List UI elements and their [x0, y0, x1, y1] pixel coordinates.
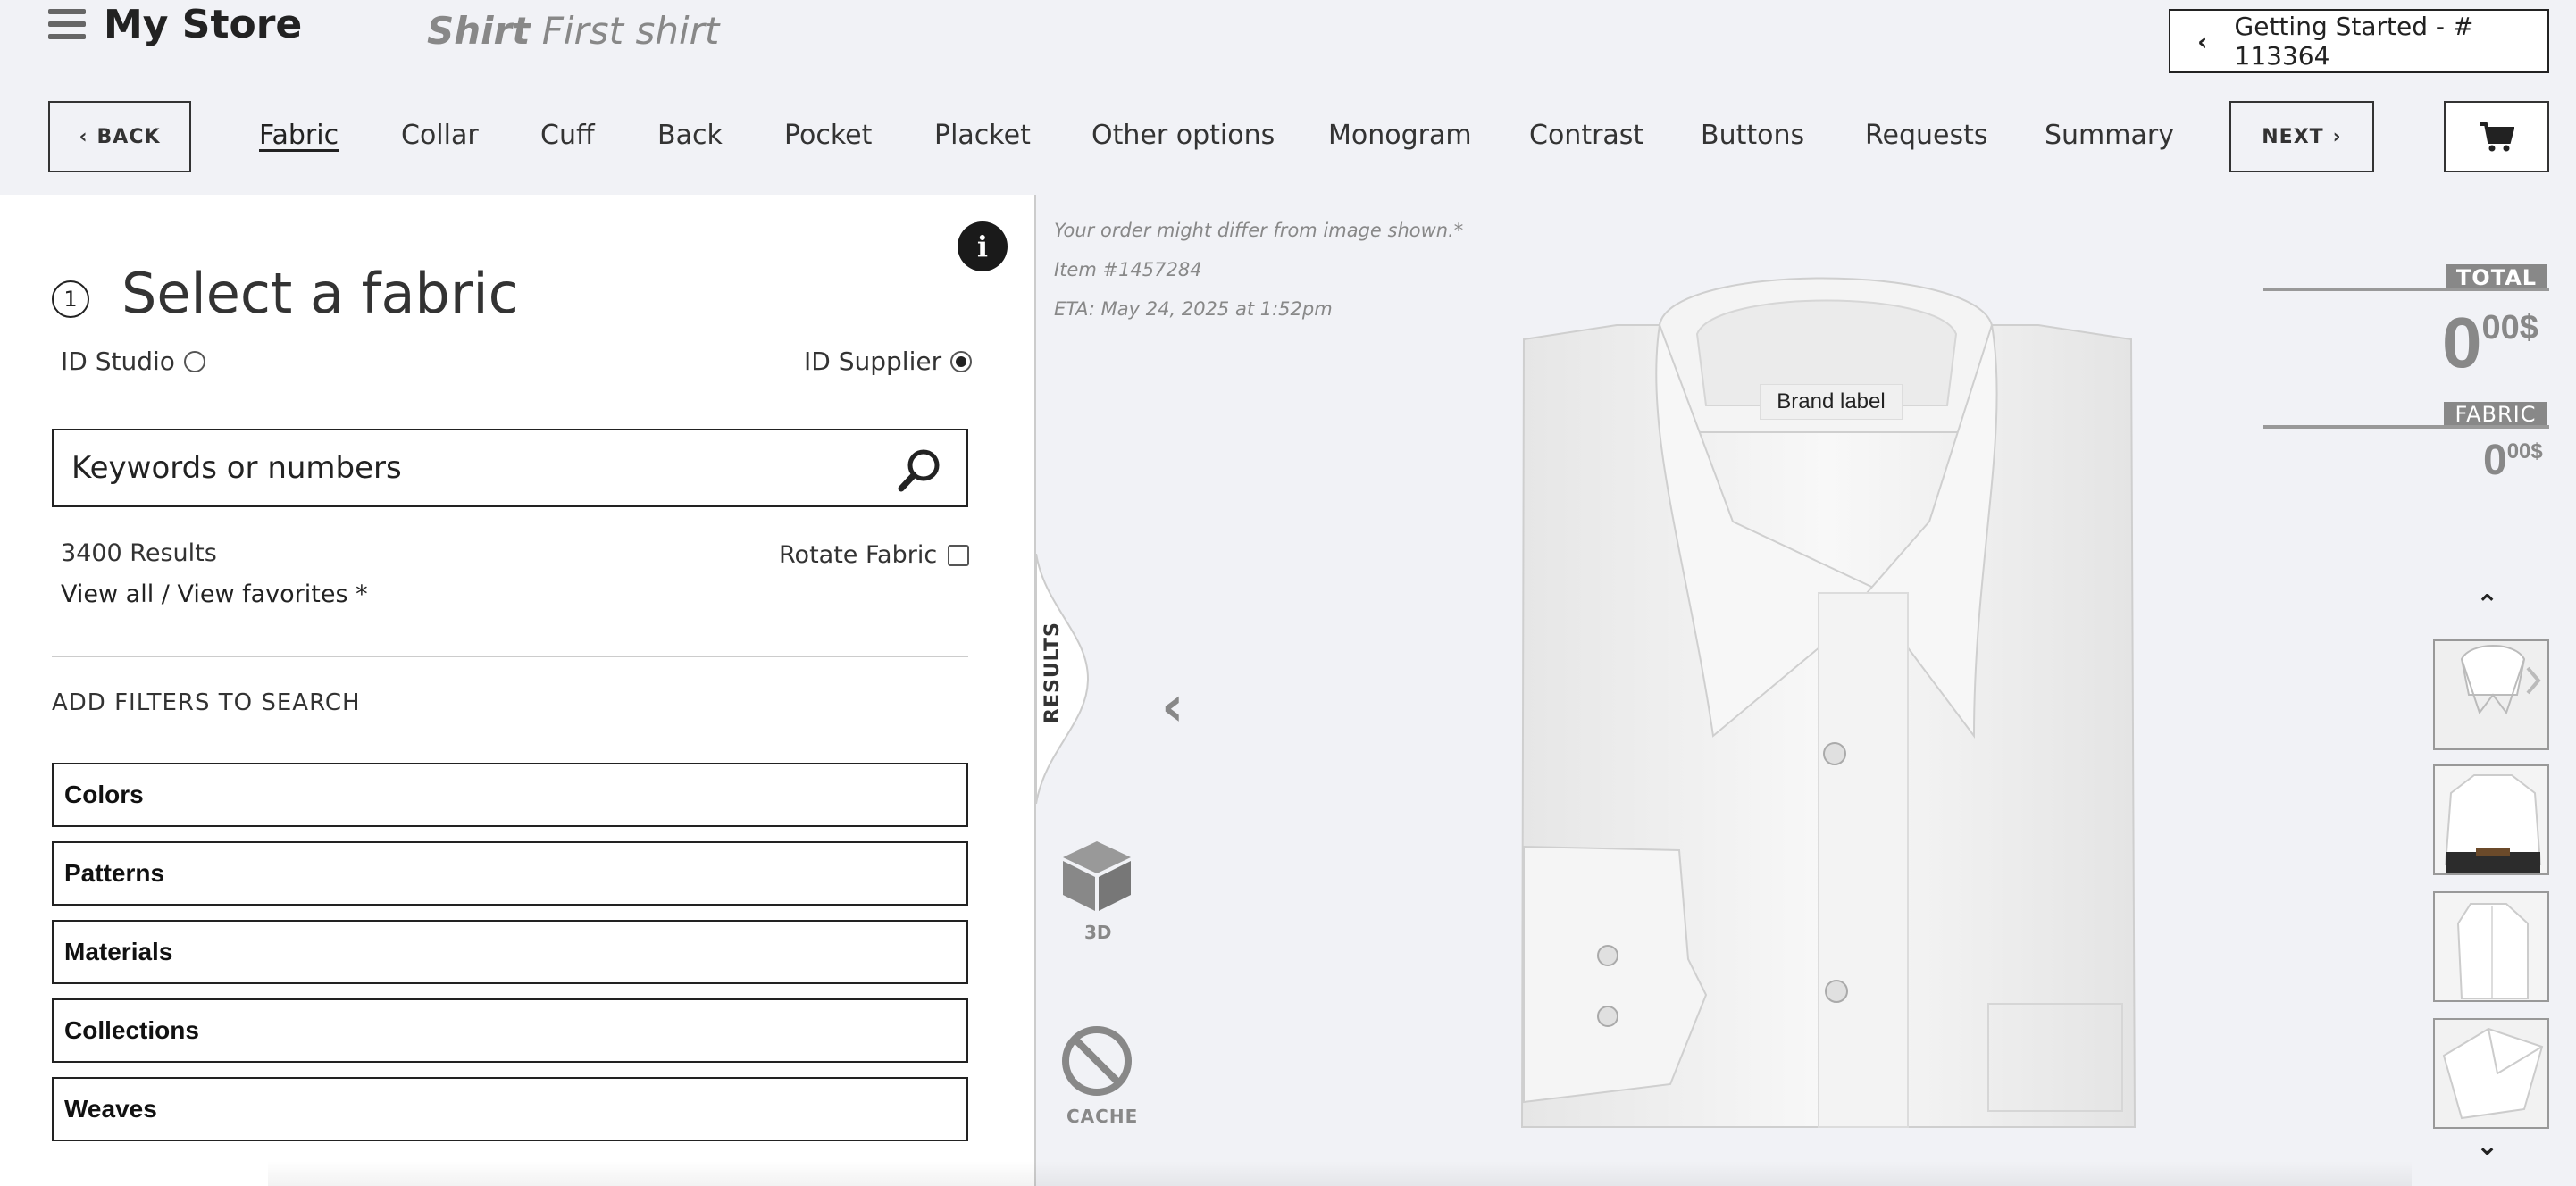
- tab-fabric[interactable]: Fabric: [259, 120, 339, 151]
- next-button[interactable]: NEXT ›: [2229, 101, 2374, 172]
- getting-started-button[interactable]: ‹ Getting Started - # 113364: [2169, 9, 2549, 73]
- search-box: [52, 429, 968, 507]
- divider: [52, 656, 968, 657]
- eta: ETA: May 24, 2025 at 1:52pm: [1054, 298, 1333, 320]
- radio-circle-checked[interactable]: [950, 350, 973, 372]
- model-front-thumb-icon: [2435, 766, 2547, 873]
- thumbnail-folded-shirt[interactable]: [2433, 639, 2549, 750]
- tab-back[interactable]: Back: [657, 120, 723, 151]
- radio-id-studio[interactable]: ID Studio: [61, 347, 205, 376]
- view-all-favorites-link[interactable]: View all / View favorites *: [61, 580, 368, 608]
- filter-collections[interactable]: Collections: [52, 998, 968, 1063]
- tab-pocket[interactable]: Pocket: [784, 120, 872, 151]
- search-icon[interactable]: [897, 447, 943, 493]
- filter-colors[interactable]: Colors: [52, 763, 968, 827]
- chevron-left-icon[interactable]: ‹: [1161, 673, 1184, 739]
- search-input[interactable]: [71, 450, 875, 486]
- rotate-fabric-toggle[interactable]: Rotate Fabric: [779, 541, 970, 569]
- panel-title: Select a fabric: [121, 261, 519, 326]
- thumbnail-model-side[interactable]: [2433, 891, 2549, 1002]
- info-icon[interactable]: i: [958, 221, 1008, 271]
- chevron-up-icon[interactable]: ⌃: [2476, 589, 2498, 621]
- store-name: My Store: [104, 2, 303, 47]
- tab-contrast[interactable]: Contrast: [1529, 120, 1643, 151]
- chevron-left-icon: ‹: [2197, 26, 2208, 56]
- filter-materials[interactable]: Materials: [52, 920, 968, 984]
- fabric-price: 000$: [2483, 437, 2543, 484]
- step-number: 1: [52, 280, 89, 318]
- fabric-line: [2263, 425, 2549, 429]
- thumbnail-collar-closeup[interactable]: [2433, 1018, 2549, 1129]
- filter-weaves[interactable]: Weaves: [52, 1077, 968, 1141]
- tab-collar[interactable]: Collar: [401, 120, 479, 151]
- tab-summary[interactable]: Summary: [2045, 120, 2174, 151]
- radio-id-supplier[interactable]: ID Supplier: [804, 347, 973, 376]
- hamburger-menu-icon[interactable]: [48, 9, 86, 43]
- total-price: 000$: [2442, 303, 2538, 382]
- tab-requests[interactable]: Requests: [1865, 120, 1988, 151]
- fabric-badge: FABRIC: [2444, 402, 2547, 427]
- tab-placket[interactable]: Placket: [934, 120, 1031, 151]
- bottom-shadow: [268, 1161, 2412, 1186]
- order-disclaimer: Your order might differ from image shown…: [1054, 220, 1464, 241]
- back-button[interactable]: ‹ BACK: [48, 101, 191, 172]
- tab-monogram[interactable]: Monogram: [1328, 120, 1472, 151]
- brand-label-tag: Brand label: [1760, 384, 1903, 420]
- radio-circle[interactable]: [183, 350, 205, 372]
- thumbnail-model-front[interactable]: [2433, 764, 2549, 875]
- chevron-down-icon[interactable]: ⌄: [2476, 1131, 2498, 1162]
- chevron-left-icon: ‹: [79, 125, 88, 148]
- getting-started-label: Getting Started - # 113364: [2234, 12, 2474, 71]
- cache-label: CACHE: [1066, 1106, 1139, 1127]
- tab-buttons[interactable]: Buttons: [1701, 120, 1804, 151]
- results-tab-label[interactable]: RESULTS: [1041, 622, 1064, 723]
- filter-patterns[interactable]: Patterns: [52, 841, 968, 906]
- 3d-cube-icon[interactable]: [1058, 836, 1136, 915]
- cart-icon: [2480, 122, 2514, 152]
- tab-other-options[interactable]: Other options: [1091, 120, 1275, 151]
- folded-shirt-thumb-icon: [2435, 641, 2547, 748]
- filters-heading: ADD FILTERS TO SEARCH: [52, 689, 361, 716]
- rotate-fabric-checkbox[interactable]: [948, 544, 970, 566]
- shirt-title: Shirt First shirt: [427, 9, 720, 53]
- item-number: Item #1457284: [1054, 259, 1202, 280]
- 3d-label: 3D: [1084, 922, 1112, 943]
- results-count: 3400 Results: [61, 539, 217, 567]
- chevron-right-icon: ›: [2332, 125, 2342, 148]
- model-side-thumb-icon: [2435, 893, 2547, 1000]
- cache-block-icon[interactable]: [1059, 1023, 1134, 1098]
- total-line: [2263, 288, 2549, 291]
- collar-closeup-thumb-icon: [2435, 1020, 2547, 1127]
- cart-button[interactable]: [2444, 101, 2549, 172]
- tab-cuff[interactable]: Cuff: [540, 120, 595, 151]
